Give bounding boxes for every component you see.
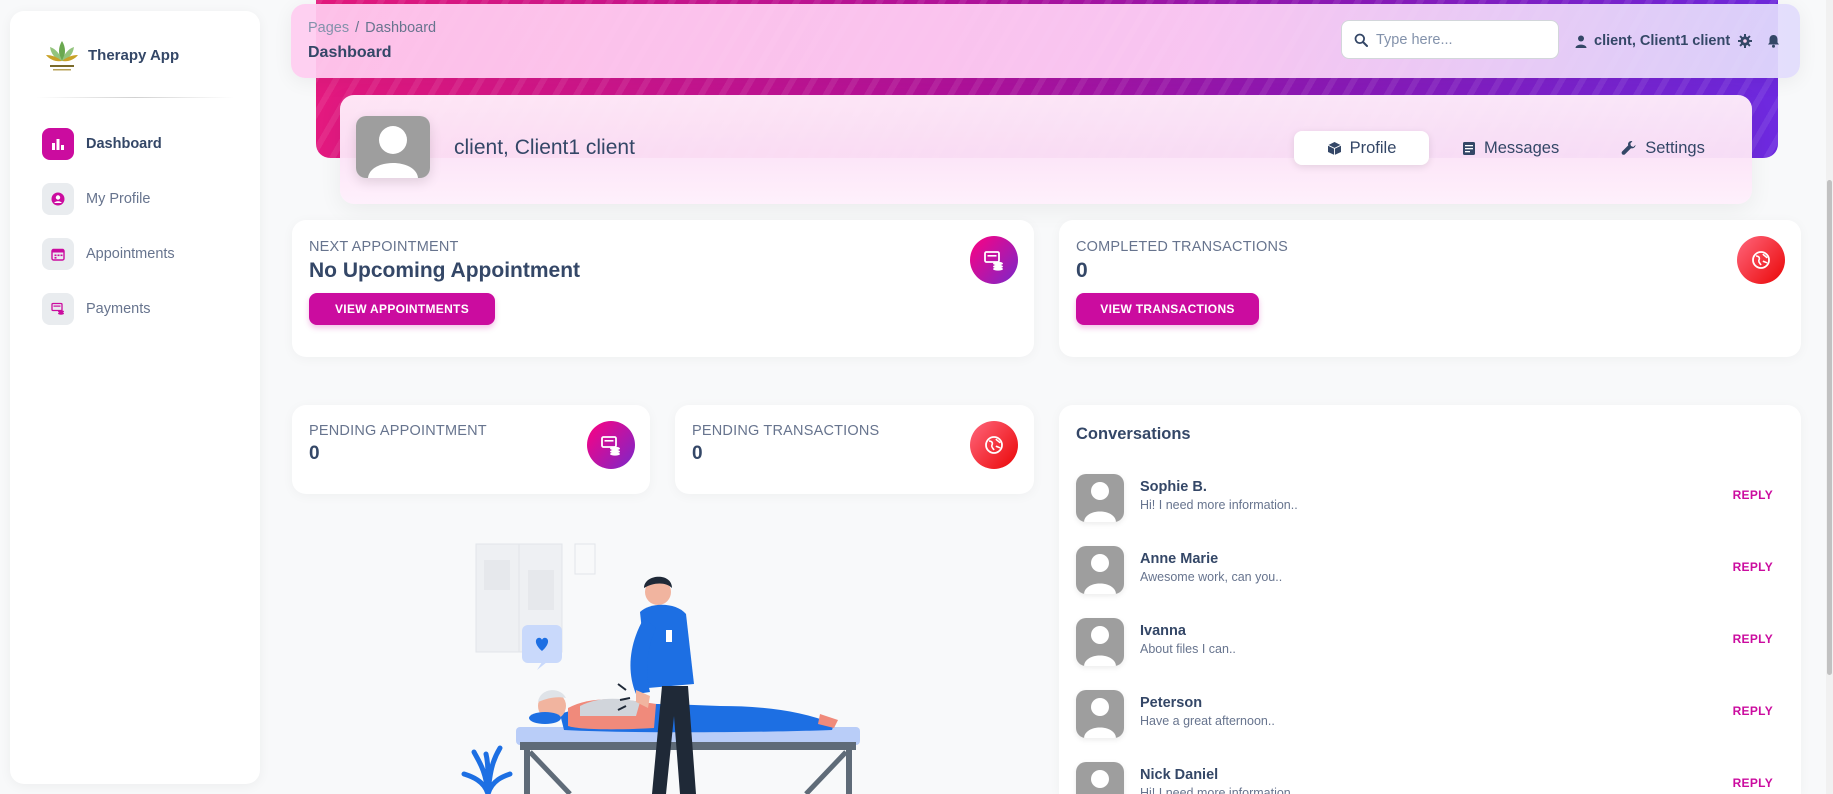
reply-button[interactable]: REPLY: [1733, 488, 1773, 502]
sidebar: Therapy App Dashboard My Profile Appoint…: [10, 11, 260, 784]
conversation-message: Hi! I need more information..: [1140, 786, 1298, 794]
user-name: client, Client1 client: [1594, 33, 1731, 49]
breadcrumb: Pages / Dashboard: [308, 20, 436, 36]
conversation-item: Ivanna About files I can.. REPLY: [1076, 618, 1786, 678]
card-label: PENDING APPOINTMENT: [309, 423, 487, 439]
pending-transactions-card: PENDING TRANSACTIONS 0: [675, 405, 1034, 494]
tab-label: Settings: [1645, 138, 1705, 157]
reply-button[interactable]: REPLY: [1733, 776, 1773, 790]
document-icon: [1463, 141, 1475, 155]
conversation-avatar: [1076, 762, 1124, 794]
user-icon: [1575, 35, 1587, 48]
next-appointment-card: NEXT APPOINTMENT No Upcoming Appointment…: [292, 220, 1034, 357]
payment-stack-icon: [970, 236, 1018, 284]
sidebar-item-label: Appointments: [86, 245, 175, 262]
card-label: PENDING TRANSACTIONS: [692, 423, 880, 439]
conversation-name: Peterson: [1140, 695, 1203, 711]
gear-icon[interactable]: [1738, 34, 1752, 48]
conversation-name: Ivanna: [1140, 623, 1186, 639]
calendar-icon: [42, 237, 74, 270]
sidebar-divider: [36, 97, 234, 98]
tab-label: Messages: [1484, 138, 1560, 157]
bell-icon[interactable]: [1767, 34, 1780, 48]
conversation-name: Anne Marie: [1140, 551, 1219, 567]
conversation-avatar: [1076, 474, 1124, 522]
bar-chart-icon: [42, 127, 74, 160]
massage-therapy-illustration: [461, 543, 860, 794]
page-scrollbar[interactable]: [1826, 0, 1833, 794]
conversation-avatar: [1076, 546, 1124, 594]
user-menu[interactable]: client, Client1 client: [1575, 33, 1730, 49]
pending-appointment-value: 0: [309, 443, 320, 464]
conversation-item: Anne Marie Awesome work, can you.. REPLY: [1076, 546, 1786, 606]
default-avatar-icon: [356, 116, 430, 178]
sidebar-item-label: Payments: [86, 300, 151, 317]
conversation-name: Nick Daniel: [1140, 767, 1219, 783]
reply-button[interactable]: REPLY: [1733, 560, 1773, 574]
conversation-message: Have a great afternoon..: [1140, 714, 1275, 728]
breadcrumb-separator: /: [355, 20, 360, 36]
breadcrumb-current: Dashboard: [365, 20, 437, 36]
sidebar-item-payments[interactable]: Payments: [10, 281, 260, 336]
view-appointments-button[interactable]: VIEW APPOINTMENTS: [309, 293, 495, 325]
conversation-name: Sophie B.: [1140, 479, 1207, 495]
next-appointment-value: No Upcoming Appointment: [309, 259, 581, 282]
sidebar-nav: Dashboard My Profile Appointments Paymen…: [10, 116, 260, 336]
tab-label: Profile: [1349, 138, 1397, 157]
payment-icon: [42, 292, 74, 325]
brand[interactable]: Therapy App: [10, 11, 260, 77]
conversation-message: About files I can..: [1140, 642, 1236, 656]
user-circle-icon: [42, 182, 74, 215]
tab-messages[interactable]: Messages: [1462, 131, 1559, 165]
card-label: NEXT APPOINTMENT: [309, 239, 459, 255]
sidebar-item-appointments[interactable]: Appointments: [10, 226, 260, 281]
search-input[interactable]: [1376, 31, 1546, 48]
tab-profile[interactable]: Profile: [1294, 131, 1429, 165]
conversation-avatar: [1076, 618, 1124, 666]
conversation-message: Awesome work, can you..: [1140, 570, 1283, 584]
search-icon: [1354, 33, 1368, 47]
view-transactions-button[interactable]: VIEW TRANSACTIONS: [1076, 293, 1259, 325]
pending-transactions-value: 0: [692, 443, 703, 464]
sidebar-item-my-profile[interactable]: My Profile: [10, 171, 260, 226]
cube-icon: [1327, 141, 1341, 155]
sidebar-item-label: Dashboard: [86, 135, 162, 152]
conversations-card: Conversations Sophie B. Hi! I need more i…: [1059, 405, 1801, 794]
globe-icon: [1737, 236, 1785, 284]
conversation-item: Sophie B. Hi! I need more information.. RE…: [1076, 474, 1786, 534]
reply-button[interactable]: REPLY: [1733, 632, 1773, 646]
payment-stack-icon: [587, 421, 635, 469]
lotus-logo-icon: [46, 41, 78, 71]
profile-avatar: [356, 116, 430, 178]
top-navbar: Pages / Dashboard Dashboard client, Client…: [291, 4, 1800, 78]
page-title: Dashboard: [308, 44, 392, 61]
profile-tabs: Profile Messages Settings: [1294, 131, 1724, 165]
profile-header-card: client, Client1 client Profile Messages …: [340, 95, 1752, 204]
conversation-avatar: [1076, 690, 1124, 738]
wrench-icon: [1621, 141, 1636, 155]
pending-appointment-card: PENDING APPOINTMENT 0: [292, 405, 650, 494]
tab-settings[interactable]: Settings: [1621, 131, 1705, 165]
completed-transactions-value: 0: [1076, 259, 1088, 282]
sidebar-item-label: My Profile: [86, 190, 151, 207]
reply-button[interactable]: REPLY: [1733, 704, 1773, 718]
conversations-title: Conversations: [1076, 425, 1191, 443]
card-label: COMPLETED TRANSACTIONS: [1076, 239, 1288, 255]
search-box[interactable]: [1341, 20, 1559, 59]
scrollbar-thumb[interactable]: [1827, 180, 1832, 675]
sidebar-item-dashboard[interactable]: Dashboard: [10, 116, 260, 171]
globe-icon: [970, 421, 1018, 469]
brand-name: Therapy App: [88, 46, 180, 64]
conversation-item: Nick Daniel Hi! I need more information..…: [1076, 762, 1786, 794]
profile-name: client, Client1 client: [454, 136, 635, 159]
breadcrumb-root[interactable]: Pages: [308, 20, 349, 36]
conversation-message: Hi! I need more information..: [1140, 498, 1298, 512]
conversation-item: Peterson Have a great afternoon.. REPLY: [1076, 690, 1786, 750]
completed-transactions-card: COMPLETED TRANSACTIONS 0 VIEW TRANSACTIO…: [1059, 220, 1801, 357]
